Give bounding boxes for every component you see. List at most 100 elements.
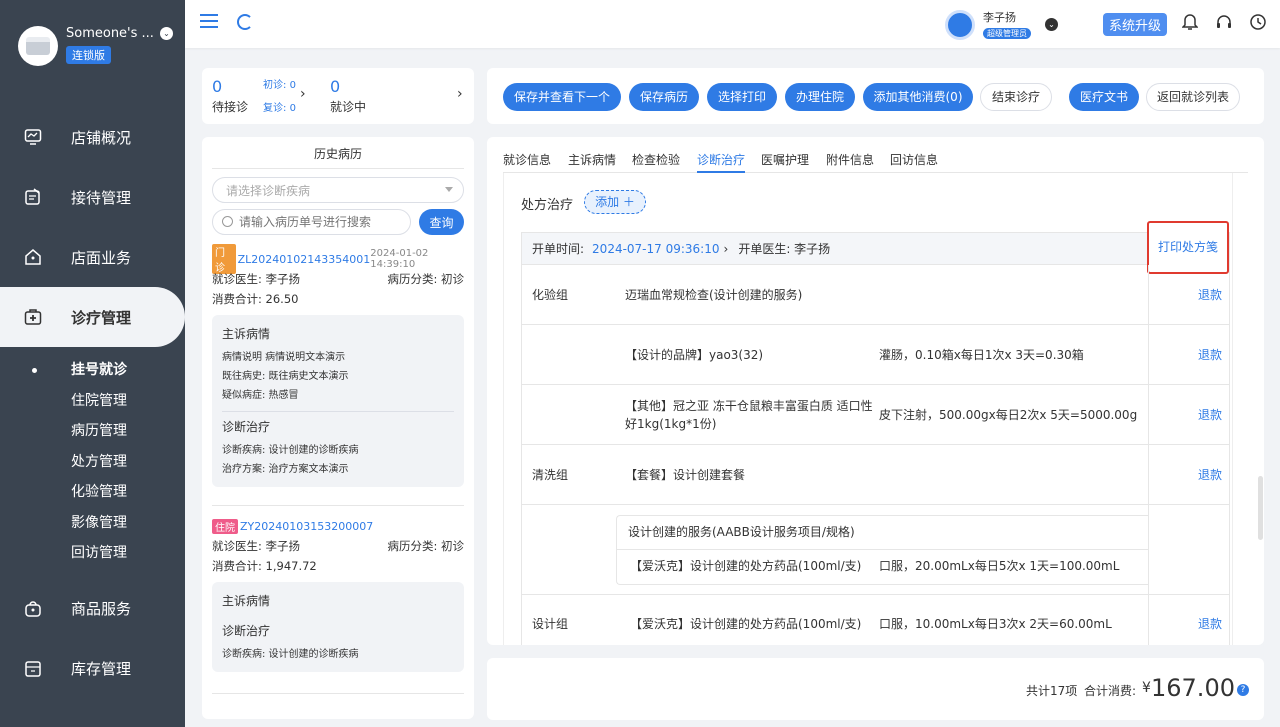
refund-button[interactable]: 退款 xyxy=(1198,466,1222,483)
avatar[interactable] xyxy=(945,10,975,40)
nav-label: 商品服务 xyxy=(71,600,132,618)
history-title: 历史病历 xyxy=(212,137,464,169)
subnav-lab-tests[interactable]: 化验管理 xyxy=(0,477,185,508)
caret-down-icon xyxy=(445,187,453,192)
chevron-down-icon[interactable]: ⌄ xyxy=(159,27,173,40)
subnav-prescriptions[interactable]: 处方管理 xyxy=(0,447,185,478)
diagnosis-select[interactable]: 请选择诊断疾病 xyxy=(212,177,464,203)
clipboard-icon xyxy=(24,188,42,206)
item-name: 【其他】冠之亚 冻干仓鼠粮丰富蛋白质 适口性好1kg(1kg*1份) xyxy=(625,399,873,431)
open-time-label: 开单时间: xyxy=(532,242,585,256)
help-icon[interactable]: ? xyxy=(1237,684,1249,696)
chevron-right-icon[interactable]: › xyxy=(457,86,463,102)
subnav-medical-records[interactable]: 病历管理 xyxy=(0,416,185,447)
refund-button[interactable]: 退款 xyxy=(1198,406,1222,423)
nav-label: 接待管理 xyxy=(71,188,132,207)
record-number[interactable]: ZL20240102143354001 xyxy=(238,253,371,266)
record-total: 消费合计: 26.50 xyxy=(212,292,299,306)
group-name: 设计组 xyxy=(532,617,569,631)
query-button[interactable]: 查询 xyxy=(419,209,464,235)
admit-inpatient-button[interactable]: 办理住院 xyxy=(785,83,855,111)
total-label: 合计消费: xyxy=(1084,684,1137,698)
tab-orders[interactable]: 医嘱护理 xyxy=(761,151,809,173)
upgrade-button[interactable]: 系统升级 xyxy=(1103,13,1168,36)
record-number[interactable]: ZY20240103153200007 xyxy=(240,520,373,533)
medical-documents-button[interactable]: 医疗文书 xyxy=(1069,83,1139,111)
subnav-imaging[interactable]: 影像管理 xyxy=(0,508,185,539)
tab-attachments[interactable]: 附件信息 xyxy=(826,151,874,173)
store-brand[interactable]: Someone's ... ⌄ 连锁版 xyxy=(18,26,173,66)
complaint-title: 主诉病情 xyxy=(222,327,271,341)
menu-toggle-icon[interactable] xyxy=(200,14,218,32)
home-icon xyxy=(24,248,42,266)
item-usage: 口服，20.00mLx每日5次x 1天=100.00mL xyxy=(879,559,1120,573)
nav-item-store-overview[interactable]: 店铺概况 xyxy=(0,107,185,167)
refund-button[interactable]: 退款 xyxy=(1198,615,1222,632)
end-treatment-button[interactable]: 结束诊疗 xyxy=(980,83,1052,111)
complaint-line: 疑似病症: 热感冒 xyxy=(222,390,299,401)
chevron-down-icon[interactable]: ⌄ xyxy=(1045,18,1058,31)
table-row: 设计组 【爱沃克】设计创建的处方药品(100ml/支) 口服，10.00mLx每… xyxy=(522,595,1229,645)
nav-item-inventory[interactable]: 库存管理 xyxy=(0,639,185,699)
nav-item-products[interactable]: 商品服务 xyxy=(0,579,185,639)
waiting-count[interactable]: 0 xyxy=(212,77,222,96)
save-record-button[interactable]: 保存病历 xyxy=(629,83,699,111)
item-name: 【爱沃克】设计创建的处方药品(100ml/支) xyxy=(630,617,862,631)
inventory-icon xyxy=(24,660,42,678)
monitor-icon xyxy=(24,128,42,146)
record-category: 病历分类: 初诊 xyxy=(387,272,464,286)
chevron-right-icon[interactable]: › xyxy=(724,242,729,256)
nav-item-treatment[interactable]: 诊疗管理 xyxy=(0,287,185,347)
open-time-value[interactable]: 2024-07-17 09:36:10 xyxy=(592,242,719,256)
history-panel: 历史病历 请选择诊断疾病 查询 门诊ZL20240102143354001202… xyxy=(202,137,474,719)
subnav-follow-up[interactable]: 回访管理 xyxy=(0,538,185,569)
history-record[interactable]: 住院 ZY20240103153200007 就诊医生: 李子扬 病历分类: 初诊 … xyxy=(212,516,464,672)
tab-complaint[interactable]: 主诉病情 xyxy=(568,151,616,173)
nav-label: 店面业务 xyxy=(71,248,132,267)
currency-symbol: ¥ xyxy=(1142,680,1151,696)
diagnosis-line: 诊断疾病: 设计创建的诊断疾病 xyxy=(222,649,359,660)
headset-icon[interactable] xyxy=(1215,13,1233,31)
history-record[interactable]: 门诊 ZL20240102143354001 2024-01-02 14:39:10… xyxy=(212,244,464,487)
tab-follow-up[interactable]: 回访信息 xyxy=(890,151,938,173)
record-detail-card: 主诉病情 病情说明 病情说明文本演示 既往病史: 既往病史文本演示 疑似病症: … xyxy=(212,315,464,487)
waiting-summary: 0 待接诊 初诊: 0 复诊: 0 › 0 就诊中 › xyxy=(202,68,474,124)
topbar: 李子扬 超级管理员 ⌄ 系统升级 xyxy=(185,0,1280,48)
select-print-button[interactable]: 选择打印 xyxy=(707,83,777,111)
item-count: 共计17项 xyxy=(1026,684,1078,698)
tab-examination[interactable]: 检查检验 xyxy=(632,151,680,173)
add-other-expense-button[interactable]: 添加其他消费(0) xyxy=(863,83,973,111)
back-to-list-button[interactable]: 返回就诊列表 xyxy=(1146,83,1240,111)
tab-bar: 就诊信息 主诉病情 检查检验 诊断治疗 医嘱护理 附件信息 回访信息 xyxy=(503,151,1248,173)
nav-item-reception[interactable]: 接待管理 xyxy=(0,167,185,227)
refund-button[interactable]: 退款 xyxy=(1198,286,1222,303)
add-prescription-button[interactable]: 添加 ＋ xyxy=(584,190,646,214)
refund-button[interactable]: 退款 xyxy=(1198,346,1222,363)
subnav-registration[interactable]: 挂号就诊 xyxy=(0,355,185,386)
store-logo xyxy=(18,26,58,66)
tab-visit-info[interactable]: 就诊信息 xyxy=(503,151,551,173)
prescribing-doctor: 开单医生: 李子扬 xyxy=(738,242,831,256)
action-bar: 保存并查看下一个 保存病历 选择打印 办理住院 添加其他消费(0) 结束诊疗 医… xyxy=(487,68,1264,124)
complaint-line: 既往病史: 既往病史文本演示 xyxy=(222,371,349,382)
user-name: 李子扬 xyxy=(983,11,1016,24)
complaint-line: 病情说明 病情说明文本演示 xyxy=(222,352,346,363)
in-progress-count[interactable]: 0 xyxy=(330,77,340,96)
save-and-next-button[interactable]: 保存并查看下一个 xyxy=(503,83,621,111)
diagnosis-line: 治疗方案: 治疗方案文本演示 xyxy=(222,464,349,475)
table-row: 设计创建的服务(AABB设计服务项目/规格) 【爱沃克】设计创建的处方药品(10… xyxy=(522,505,1229,595)
prescription-title: 处方治疗 xyxy=(521,198,574,213)
refresh-icon[interactable] xyxy=(237,14,253,30)
tab-diagnosis[interactable]: 诊断治疗 xyxy=(697,151,746,173)
nav-item-store-business[interactable]: 店面业务 xyxy=(0,227,185,287)
package-item-name: 设计创建的服务(AABB设计服务项目/规格) xyxy=(628,525,855,539)
group-name: 化验组 xyxy=(532,288,569,302)
store-name: Someone's ... xyxy=(66,26,154,41)
clock-icon[interactable] xyxy=(1249,13,1267,31)
bell-icon[interactable] xyxy=(1181,13,1199,31)
scrollbar[interactable] xyxy=(1258,476,1263,540)
chevron-right-icon[interactable]: › xyxy=(300,86,306,102)
search-icon xyxy=(222,216,233,227)
subnav-inpatient[interactable]: 住院管理 xyxy=(0,386,185,417)
record-search-input[interactable] xyxy=(212,209,411,235)
